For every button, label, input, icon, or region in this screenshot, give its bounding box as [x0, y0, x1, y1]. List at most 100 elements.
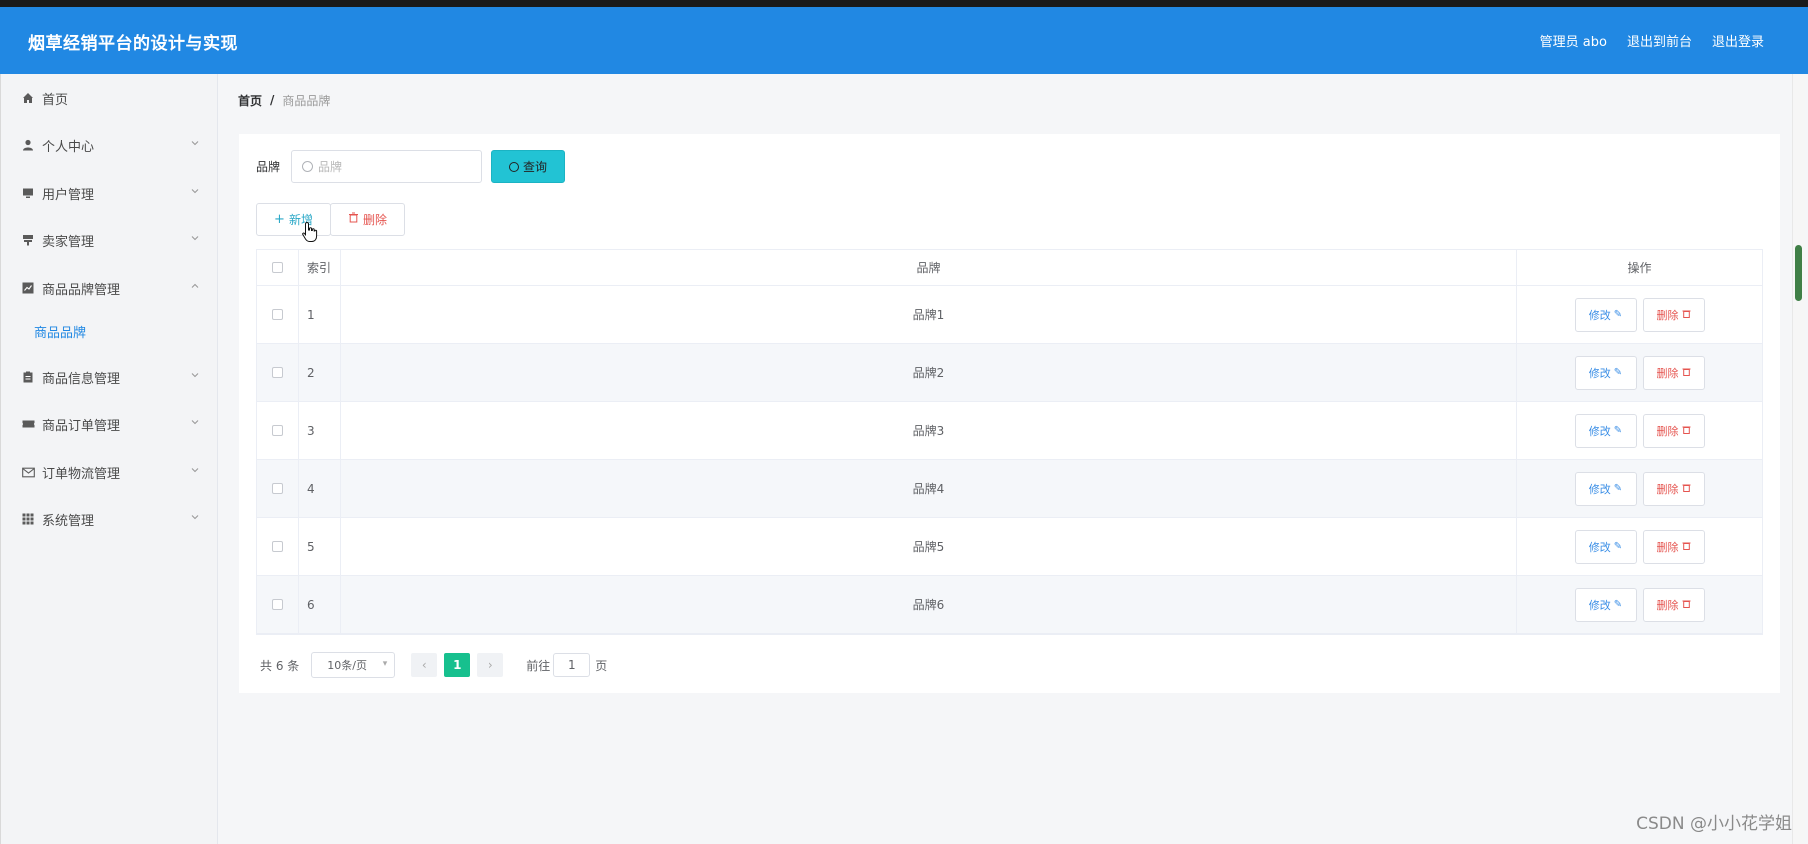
chevron-down-icon: [190, 370, 200, 380]
row-check-cell: [257, 576, 299, 633]
trash-icon: [1682, 367, 1691, 379]
watermark: CSDN @小小花学姐: [1636, 814, 1792, 834]
delete-label: 删除: [1656, 482, 1679, 496]
page-size-select[interactable]: 10条/页 ▾: [311, 652, 396, 678]
hand-cursor-icon: [302, 221, 318, 242]
row-actions: 修改 ✎ 删除: [1517, 576, 1762, 633]
sidebar: 首页 个人中心 用户管理 卖家管理 商品品牌管理 商品品牌 商品信息管理 商品订…: [0, 74, 218, 844]
scrollbar-thumb[interactable]: [1795, 245, 1802, 301]
table-row: 2 品牌2 修改 ✎ 删除: [257, 344, 1762, 402]
pagination-total: 共 6 条: [260, 658, 300, 673]
row-index: 1: [299, 286, 341, 343]
sidebar-item-system[interactable]: 系统管理: [1, 499, 218, 539]
sidebar-item-users[interactable]: 用户管理: [1, 173, 218, 213]
next-page-button[interactable]: ›: [477, 653, 504, 677]
edit-button[interactable]: 修改 ✎: [1574, 413, 1637, 448]
chevron-left-icon: ‹: [421, 658, 427, 672]
row-actions: 修改 ✎ 删除: [1517, 286, 1762, 343]
sidebar-item-orders[interactable]: 商品订单管理: [1, 404, 218, 444]
edit-icon: ✎: [1613, 483, 1623, 494]
add-button[interactable]: + 新增: [256, 203, 331, 236]
brand-search-input[interactable]: [318, 159, 468, 174]
sidebar-item-label: 个人中心: [42, 139, 95, 155]
row-index: 2: [299, 344, 341, 401]
sidebar-item-label: 订单物流管理: [42, 466, 121, 482]
row-brand: 品牌4: [341, 460, 1517, 517]
delete-row-button[interactable]: 删除: [1642, 297, 1705, 332]
page-suffix: 页: [595, 658, 608, 673]
row-check-cell: [257, 344, 299, 401]
edit-button[interactable]: 修改 ✎: [1574, 471, 1637, 506]
row-index: 6: [299, 576, 341, 633]
submenu-item-brand[interactable]: 商品品牌: [1, 313, 218, 349]
edit-icon: ✎: [1613, 541, 1623, 552]
column-header-brand: 品牌: [341, 250, 1517, 285]
row-check-cell: [257, 286, 299, 343]
breadcrumb-current: 商品品牌: [282, 93, 331, 108]
table-header: 索引 品牌 操作: [257, 250, 1762, 286]
trash-icon: [1682, 309, 1691, 321]
sidebar-item-home[interactable]: 首页: [1, 78, 218, 118]
row-brand: 品牌5: [341, 518, 1517, 575]
chevron-up-icon: [190, 281, 200, 291]
row-brand: 品牌3: [341, 402, 1517, 459]
chevron-down-icon: ▾: [382, 659, 388, 669]
grid-icon: [21, 512, 35, 526]
logout-link[interactable]: 退出登录: [1712, 31, 1764, 50]
row-checkbox[interactable]: [272, 425, 283, 436]
delete-row-button[interactable]: 删除: [1642, 355, 1705, 390]
query-button[interactable]: 查询: [491, 150, 565, 183]
row-check-cell: [257, 518, 299, 575]
table-row: 5 品牌5 修改 ✎ 删除: [257, 518, 1762, 576]
row-check-cell: [257, 460, 299, 517]
sidebar-item-label: 首页: [42, 92, 69, 108]
row-checkbox[interactable]: [272, 599, 283, 610]
search-label: 品牌: [256, 160, 281, 174]
table-row: 4 品牌4 修改 ✎ 删除: [257, 460, 1762, 518]
delete-row-button[interactable]: 删除: [1642, 529, 1705, 564]
edit-label: 修改: [1588, 366, 1611, 380]
chevron-down-icon: [190, 138, 200, 148]
query-button-label: 查询: [522, 160, 547, 174]
edit-icon: ✎: [1613, 599, 1623, 610]
delete-label: 删除: [1656, 540, 1679, 554]
row-checkbox[interactable]: [272, 541, 283, 552]
search-input-wrapper[interactable]: [291, 150, 482, 183]
edit-button[interactable]: 修改 ✎: [1574, 529, 1637, 564]
edit-button[interactable]: 修改 ✎: [1574, 355, 1637, 390]
clipboard-icon: [21, 370, 35, 384]
sidebar-item-brand-management[interactable]: 商品品牌管理: [1, 268, 218, 308]
edit-button[interactable]: 修改 ✎: [1574, 587, 1637, 622]
delete-row-button[interactable]: 删除: [1642, 413, 1705, 448]
table-row: 6 品牌6 修改 ✎ 删除: [257, 576, 1762, 634]
row-checkbox[interactable]: [272, 483, 283, 494]
edit-button[interactable]: 修改 ✎: [1574, 297, 1637, 332]
page-number-button[interactable]: 1: [444, 653, 471, 677]
top-header: 烟草经销平台的设计与实现 管理员 abo 退出到前台 退出登录: [0, 7, 1808, 74]
sidebar-item-profile[interactable]: 个人中心: [1, 125, 218, 165]
sidebar-item-logistics[interactable]: 订单物流管理: [1, 452, 218, 492]
scrollbar-track[interactable]: [1792, 74, 1805, 844]
back-to-front-link[interactable]: 退出到前台: [1627, 31, 1692, 50]
delete-row-button[interactable]: 删除: [1642, 471, 1705, 506]
select-all-checkbox[interactable]: [272, 262, 283, 273]
row-actions: 修改 ✎ 删除: [1517, 402, 1762, 459]
row-check-cell: [257, 402, 299, 459]
sidebar-item-sellers[interactable]: 卖家管理: [1, 220, 218, 260]
batch-delete-button[interactable]: 删除: [330, 203, 405, 236]
goto-page-input[interactable]: [553, 653, 591, 677]
goto-label: 前往: [526, 658, 551, 673]
sidebar-item-product-info[interactable]: 商品信息管理: [1, 357, 218, 397]
prev-page-button[interactable]: ‹: [411, 653, 438, 677]
row-checkbox[interactable]: [272, 309, 283, 320]
delete-row-button[interactable]: 删除: [1642, 587, 1705, 622]
chevron-down-icon: [190, 512, 200, 522]
trash-icon: [1682, 483, 1691, 495]
chevron-down-icon: [190, 233, 200, 243]
breadcrumb-home[interactable]: 首页: [238, 92, 262, 109]
select-all-cell: [257, 250, 299, 285]
chevron-right-icon: ›: [487, 658, 493, 672]
row-checkbox[interactable]: [272, 367, 283, 378]
chevron-down-icon: [190, 417, 200, 427]
header-actions: 管理员 abo 退出到前台 退出登录: [1540, 31, 1764, 50]
